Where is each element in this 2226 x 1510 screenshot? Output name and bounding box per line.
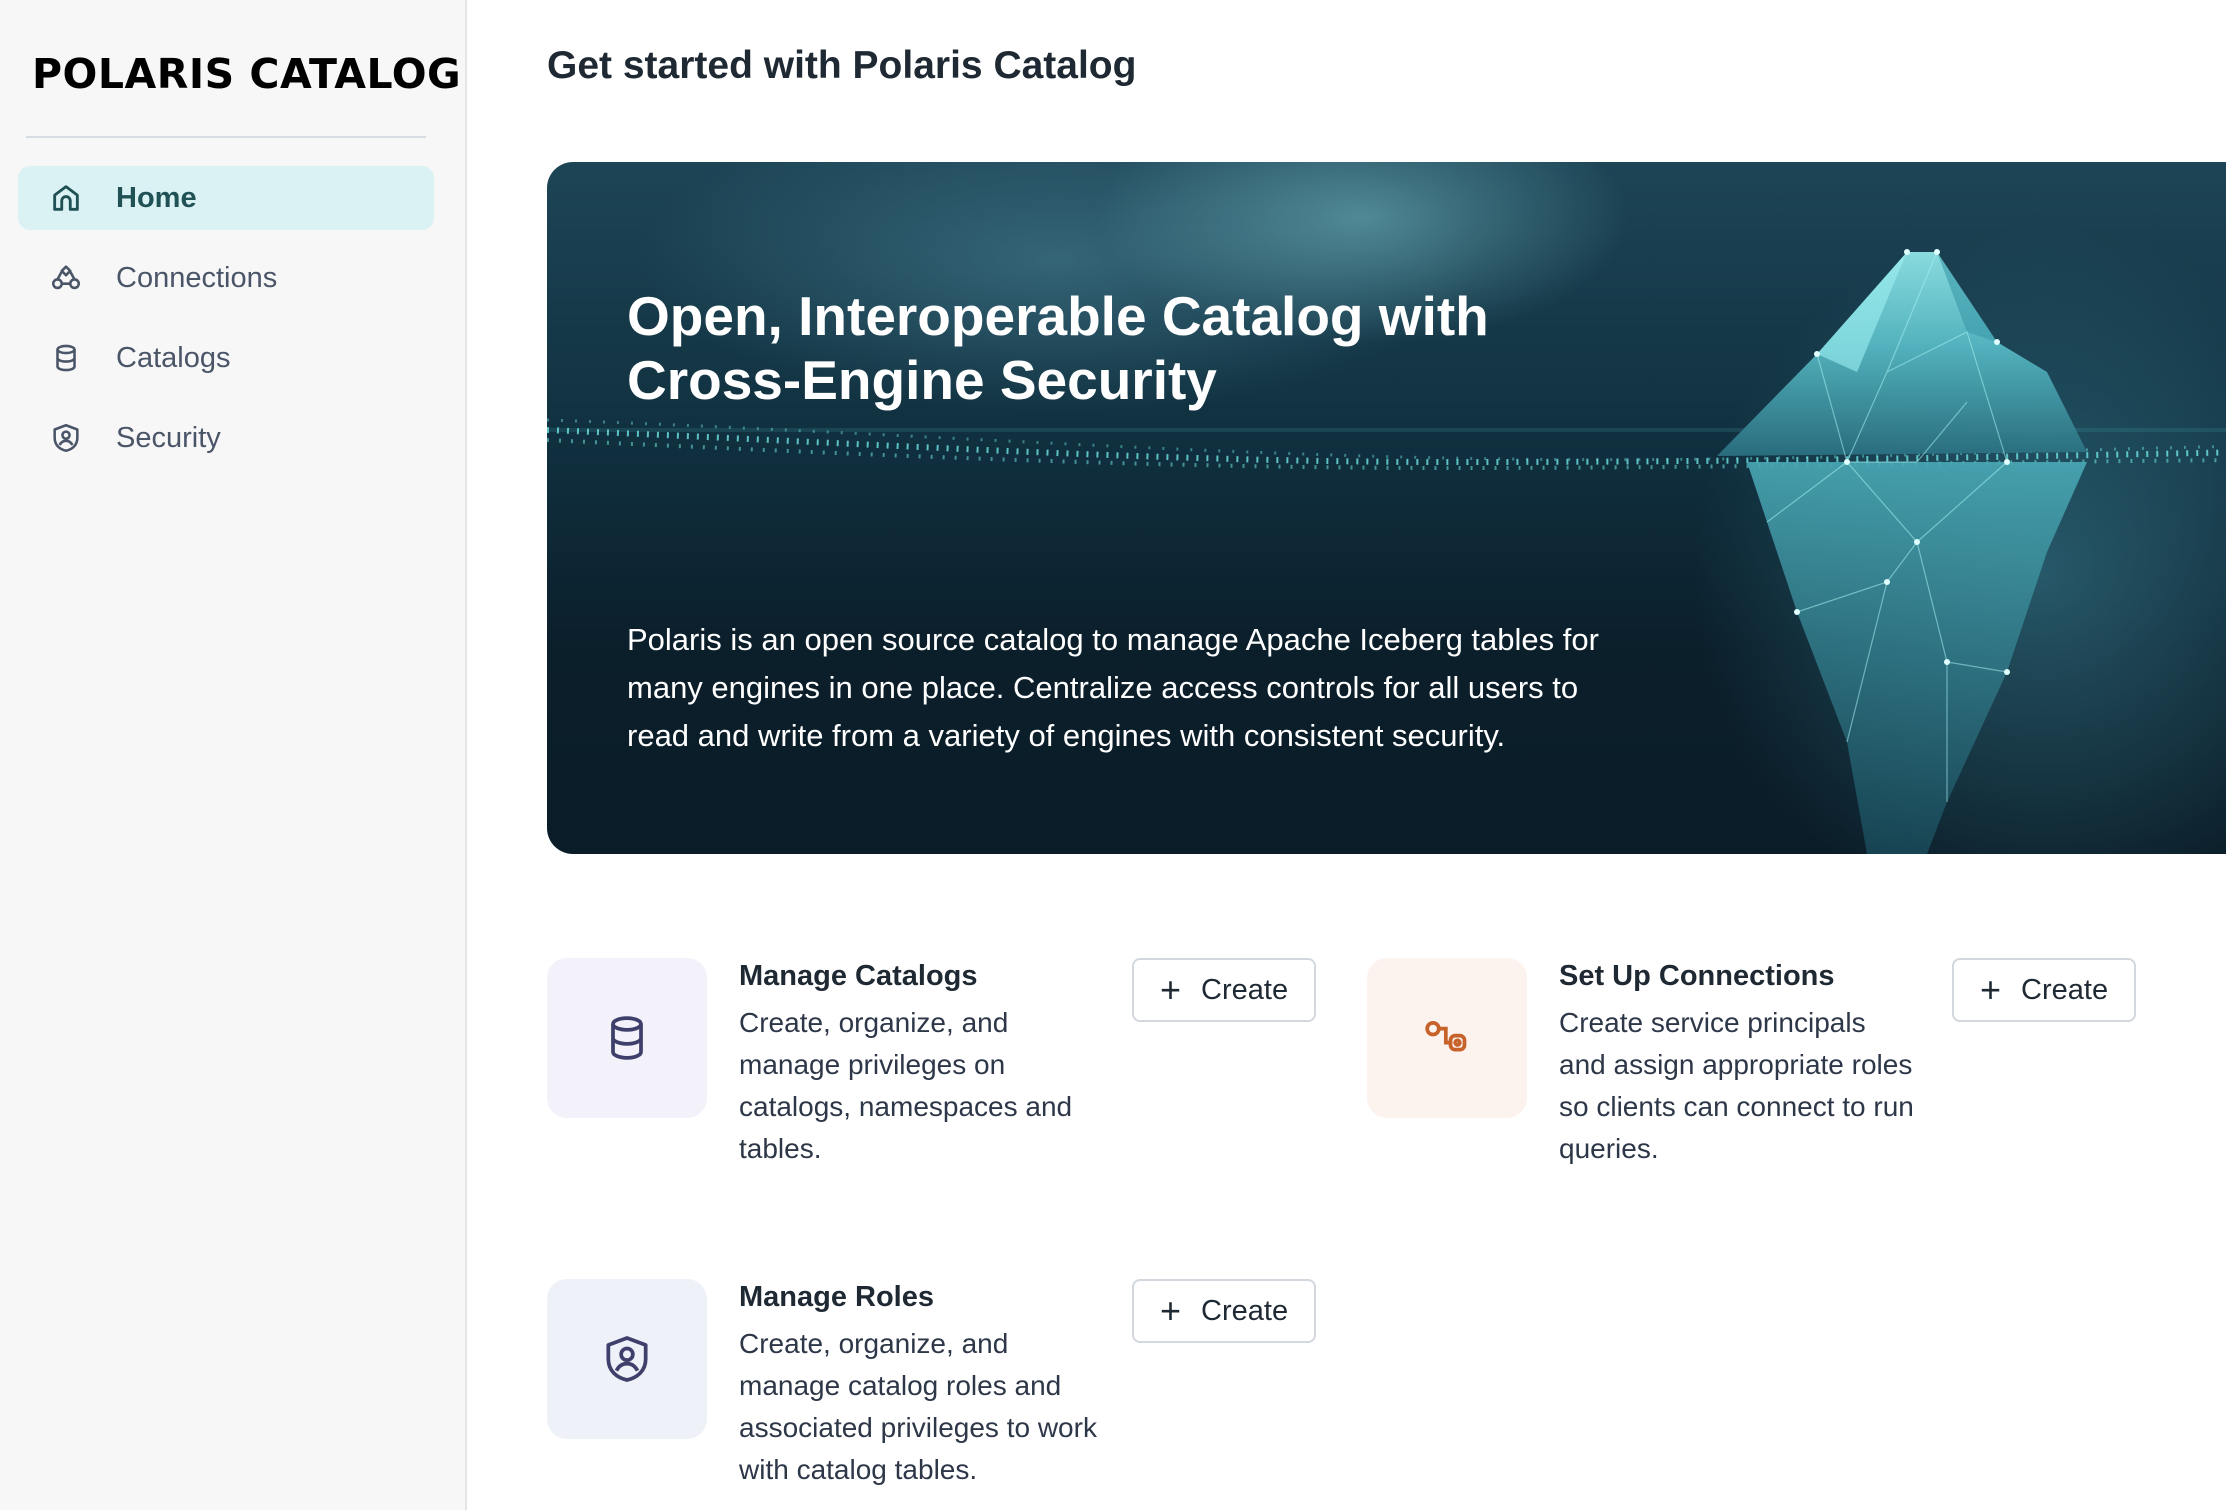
hero-title: Open, Interoperable Catalog with Cross-E… [627, 285, 1489, 411]
sidebar-item-label: Home [116, 181, 197, 214]
card-description: Create, organize, and manage privileges … [739, 1007, 1073, 1164]
sidebar-item-label: Catalogs [116, 341, 231, 374]
app-logo[interactable]: POLARIS CATALOG [32, 50, 461, 98]
card-title: Manage Roles [739, 1281, 934, 1313]
page-title: Get started with Polaris Catalog [547, 44, 1137, 87]
create-catalog-button[interactable]: + Create [1132, 958, 1317, 1022]
connection-icon [1425, 1020, 1467, 1052]
sidebar-item-catalogs[interactable]: Catalogs [18, 326, 434, 390]
card-title: Set Up Connections [1559, 960, 1835, 992]
sidebar-nav: Home Connections Catalogs Security [18, 166, 434, 486]
card-icon-box [547, 1279, 707, 1439]
plus-icon: + [1160, 1290, 1182, 1331]
sidebar-item-connections[interactable]: Connections [18, 246, 434, 310]
create-role-button[interactable]: + Create [1132, 1279, 1317, 1343]
shield-user-icon [48, 420, 84, 456]
sidebar-item-label: Connections [116, 261, 278, 294]
main-content: Get started with Polaris Catalog Open, I… [467, 0, 2226, 1510]
card-icon-box [547, 958, 707, 1118]
sidebar-item-label: Security [116, 421, 221, 454]
sidebar-item-security[interactable]: Security [18, 406, 434, 470]
plus-icon: + [1980, 969, 2002, 1010]
card-icon-box [1367, 958, 1527, 1118]
sidebar-divider [26, 136, 426, 138]
create-connection-button[interactable]: + Create [1952, 958, 2137, 1022]
hero-banner: Open, Interoperable Catalog with Cross-E… [547, 162, 2226, 854]
plus-icon: + [1160, 969, 1182, 1010]
card-title: Manage Catalogs [739, 960, 978, 992]
sidebar: POLARIS CATALOG Home Connections Catalog… [0, 0, 467, 1510]
card-description: Create service principals and assign app… [1559, 1007, 1914, 1164]
home-icon [48, 180, 84, 216]
connections-icon [48, 260, 84, 296]
sidebar-item-home[interactable]: Home [18, 166, 434, 230]
hero-description: Polaris is an open source catalog to man… [627, 622, 1599, 753]
database-icon [611, 1016, 643, 1060]
shield-user-icon [606, 1336, 648, 1382]
card-description: Create, organize, and manage catalog rol… [739, 1328, 1097, 1485]
database-icon [48, 340, 84, 376]
